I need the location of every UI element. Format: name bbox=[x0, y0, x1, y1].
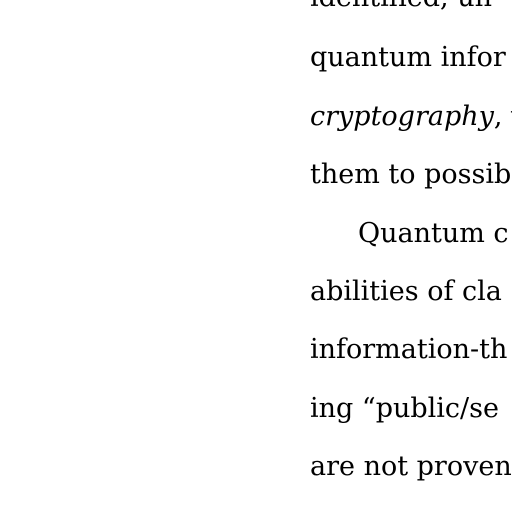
text-line: identified, un bbox=[310, 0, 492, 14]
text-line: quantum infor bbox=[310, 42, 506, 73]
paragraph-start-line: Quantum c bbox=[358, 218, 509, 249]
text-line: abilities of cla bbox=[310, 276, 502, 307]
text-line-tail: , v bbox=[493, 101, 512, 132]
text-line: information-th bbox=[310, 334, 508, 365]
text-line: them to possib bbox=[310, 159, 512, 190]
text-line: are not proven bbox=[310, 451, 512, 482]
text-line: cryptography, v bbox=[310, 101, 512, 133]
text-line: ing “public/se bbox=[310, 393, 499, 424]
italic-term: cryptography bbox=[310, 101, 494, 132]
document-page: identified, un quantum infor cryptograph… bbox=[0, 0, 512, 512]
